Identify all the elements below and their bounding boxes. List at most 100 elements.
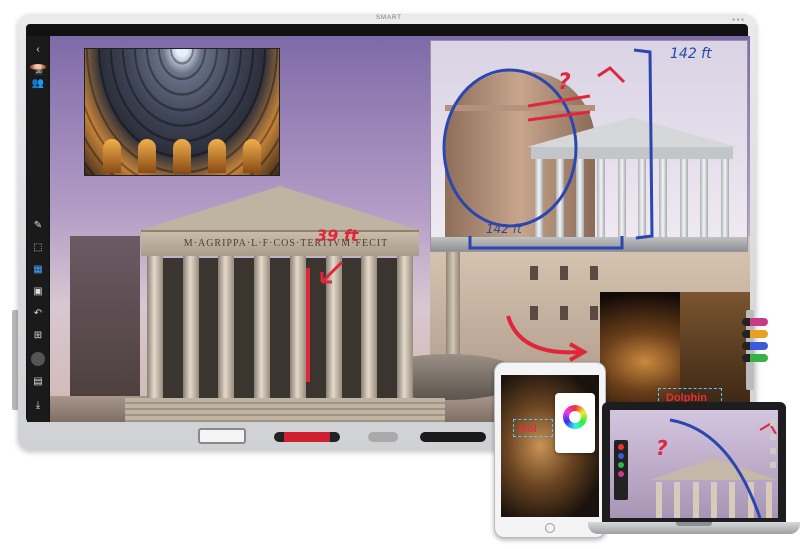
- color-palette-popup[interactable]: [555, 393, 595, 453]
- brand-label: SMART: [376, 15, 402, 21]
- model-pediment: [527, 117, 737, 147]
- model-column: [535, 159, 543, 237]
- column-row: [147, 256, 413, 402]
- window: [560, 266, 568, 280]
- red-pen[interactable]: [274, 432, 340, 442]
- whiteboard-canvas[interactable]: M·AGRIPPA·L·F·COS·TERTIVM·FECIT Dolphin …: [50, 36, 750, 422]
- width-annotation-bottom: 142 ft: [486, 222, 522, 236]
- undo-icon[interactable]: ↶: [30, 306, 46, 322]
- model-column: [720, 159, 729, 237]
- blue-pen[interactable]: [742, 342, 768, 350]
- inscription: M·AGRIPPA·L·F·COS·TERTIVM·FECIT: [183, 238, 389, 249]
- laptop-device: ?: [602, 402, 786, 522]
- model-entablature: [531, 147, 733, 159]
- laptop-color-dot[interactable]: [618, 444, 624, 450]
- arch: [242, 139, 261, 173]
- model-column: [596, 159, 605, 237]
- arch: [138, 139, 157, 173]
- laptop-color-dot[interactable]: [618, 453, 624, 459]
- laptop-color-dot[interactable]: [618, 471, 624, 477]
- steps: [125, 398, 445, 422]
- width-annotation-top: 142 ft: [670, 46, 712, 62]
- participants-count: 30: [35, 69, 43, 75]
- laptop-notch: [676, 522, 712, 526]
- dome-interior-photo[interactable]: [84, 48, 280, 176]
- laptop-toolbar: [614, 440, 628, 500]
- menu-circle-icon[interactable]: [31, 352, 45, 366]
- rotunda-band: [445, 105, 595, 111]
- column: [289, 256, 306, 402]
- background-building-left: [70, 236, 140, 422]
- home-button[interactable]: [198, 428, 246, 444]
- pen-icon[interactable]: ✎: [30, 218, 46, 234]
- back-arrow-icon[interactable]: ‹: [30, 42, 46, 58]
- camera-sensors: ● ● ●: [732, 17, 744, 23]
- laptop-side-button[interactable]: [770, 448, 776, 454]
- select-icon[interactable]: ⬚: [30, 240, 46, 256]
- laptop-color-dot[interactable]: [618, 462, 624, 468]
- product-scene: SMART ● ● ● ‹ 👥 ✎ ⬚ ▦ ▣ ↶ ⊞ ▤ ⤓ 30 M·AGR…: [0, 0, 800, 549]
- green-pen[interactable]: [742, 354, 768, 362]
- model-column: [617, 159, 626, 237]
- laptop-blue-arc: [669, 418, 762, 518]
- color-wheel-center: [569, 411, 581, 423]
- whiteboard-toolbar: ‹ 👥 ✎ ⬚ ▦ ▣ ↶ ⊞ ▤ ⤓: [27, 36, 49, 422]
- window: [590, 306, 598, 320]
- column: [361, 256, 378, 402]
- laptop-side-button[interactable]: [770, 462, 776, 468]
- interactive-display: SMART ● ● ● ‹ 👥 ✎ ⬚ ▦ ▣ ↶ ⊞ ▤ ⤓ 30 M·AGR…: [18, 14, 756, 450]
- laptop-ink-layer: [669, 418, 777, 518]
- column: [218, 256, 235, 402]
- add-image-icon[interactable]: ▣: [30, 284, 46, 300]
- arch: [172, 139, 191, 173]
- arches: [85, 133, 279, 175]
- black-pen[interactable]: [420, 432, 486, 442]
- tablet-home-button[interactable]: [545, 523, 555, 533]
- tablet-label: Dol: [519, 423, 537, 435]
- column: [147, 256, 163, 402]
- participants-icon[interactable]: 👥: [30, 76, 46, 92]
- window: [530, 306, 538, 320]
- model-column: [658, 159, 667, 237]
- laptop-screen[interactable]: ?: [610, 410, 778, 518]
- dolphin-fountain-photo[interactable]: Dolphin: [600, 292, 750, 408]
- color-wheel[interactable]: [563, 405, 587, 429]
- window: [560, 306, 568, 320]
- column: [182, 256, 199, 402]
- tablet-device: Dol: [494, 362, 606, 538]
- window: [590, 266, 598, 280]
- add-page-icon[interactable]: ⊞: [30, 328, 46, 344]
- arch: [207, 139, 226, 173]
- model-column: [555, 159, 564, 237]
- model-column: [679, 159, 688, 237]
- question-annotation: ?: [558, 70, 571, 95]
- model-base: [431, 237, 747, 251]
- model-portico: [527, 117, 737, 237]
- column: [396, 256, 413, 402]
- pantheon-photo[interactable]: M·AGRIPPA·L·F·COS·TERTIVM·FECIT: [125, 186, 445, 422]
- orange-pen[interactable]: [742, 330, 768, 338]
- pantheon-3d-model[interactable]: [430, 40, 748, 252]
- model-column: [638, 159, 647, 237]
- laptop-side-panel: [768, 420, 778, 500]
- color-pen-holder: [742, 318, 772, 388]
- window: [530, 266, 538, 280]
- pages-icon[interactable]: ▦: [30, 262, 46, 278]
- laptop-question-annotation: ?: [656, 436, 668, 460]
- model-column: [576, 159, 585, 237]
- eraser[interactable]: [368, 432, 398, 442]
- laptop-side-button[interactable]: [770, 434, 776, 440]
- arch: [103, 139, 122, 173]
- page-icon[interactable]: ▤: [30, 374, 46, 390]
- height-annotation: 39 ft: [316, 226, 359, 245]
- pediment: [135, 186, 425, 232]
- download-icon[interactable]: ⤓: [30, 398, 46, 414]
- column: [325, 256, 342, 402]
- column: [254, 256, 271, 402]
- magenta-pen[interactable]: [742, 318, 768, 326]
- laptop-side-button[interactable]: [770, 420, 776, 426]
- model-columns: [535, 159, 729, 237]
- model-column: [700, 159, 709, 237]
- entablature: M·AGRIPPA·L·F·COS·TERTIVM·FECIT: [141, 230, 419, 256]
- tablet-screen[interactable]: Dol: [501, 375, 599, 517]
